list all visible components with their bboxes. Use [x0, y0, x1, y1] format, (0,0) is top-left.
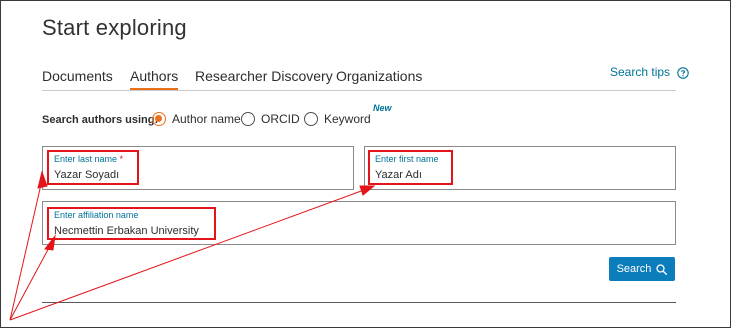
tab-authors[interactable]: Authors: [130, 68, 179, 91]
last-name-value[interactable]: Yazar Soyadı: [54, 169, 119, 181]
help-circle-icon: [677, 67, 690, 82]
page-title: Start exploring: [42, 15, 187, 40]
last-name-label-text: Enter last name: [54, 154, 118, 164]
radio-keyword[interactable]: Keyword: [304, 112, 371, 126]
radio-orcid[interactable]: ORCID: [241, 112, 300, 126]
first-name-label: Enter first name: [375, 154, 439, 164]
affiliation-value[interactable]: Necmettin Erbakan University: [54, 225, 199, 237]
required-mark: *: [119, 154, 124, 164]
radio-label: Keyword: [324, 112, 371, 126]
radio-selected-icon: [152, 112, 166, 126]
radio-author-name[interactable]: Author name: [152, 112, 241, 126]
search-button-label: Search: [616, 263, 652, 275]
search-icon: [656, 263, 668, 275]
search-tips-link[interactable]: Search tips: [610, 65, 690, 82]
radio-unselected-icon: [304, 112, 318, 126]
last-name-label: Enter last name *: [54, 154, 123, 164]
first-name-value[interactable]: Yazar Adı: [375, 169, 422, 181]
radio-label: ORCID: [261, 112, 300, 126]
bottom-divider: [42, 302, 676, 303]
tab-documents[interactable]: Documents: [42, 68, 113, 88]
search-tips-label: Search tips: [610, 65, 671, 79]
radio-unselected-icon: [241, 112, 255, 126]
tab-organizations[interactable]: Organizations: [336, 68, 422, 88]
affiliation-label: Enter affiliation name: [54, 210, 139, 220]
search-using-label: Search authors using:: [42, 114, 159, 126]
tab-researcher-discovery[interactable]: Researcher Discovery: [195, 68, 333, 88]
new-badge: New: [373, 103, 392, 113]
search-button[interactable]: Search: [609, 257, 675, 281]
tabs-divider: [42, 90, 676, 91]
radio-label: Author name: [172, 112, 241, 126]
